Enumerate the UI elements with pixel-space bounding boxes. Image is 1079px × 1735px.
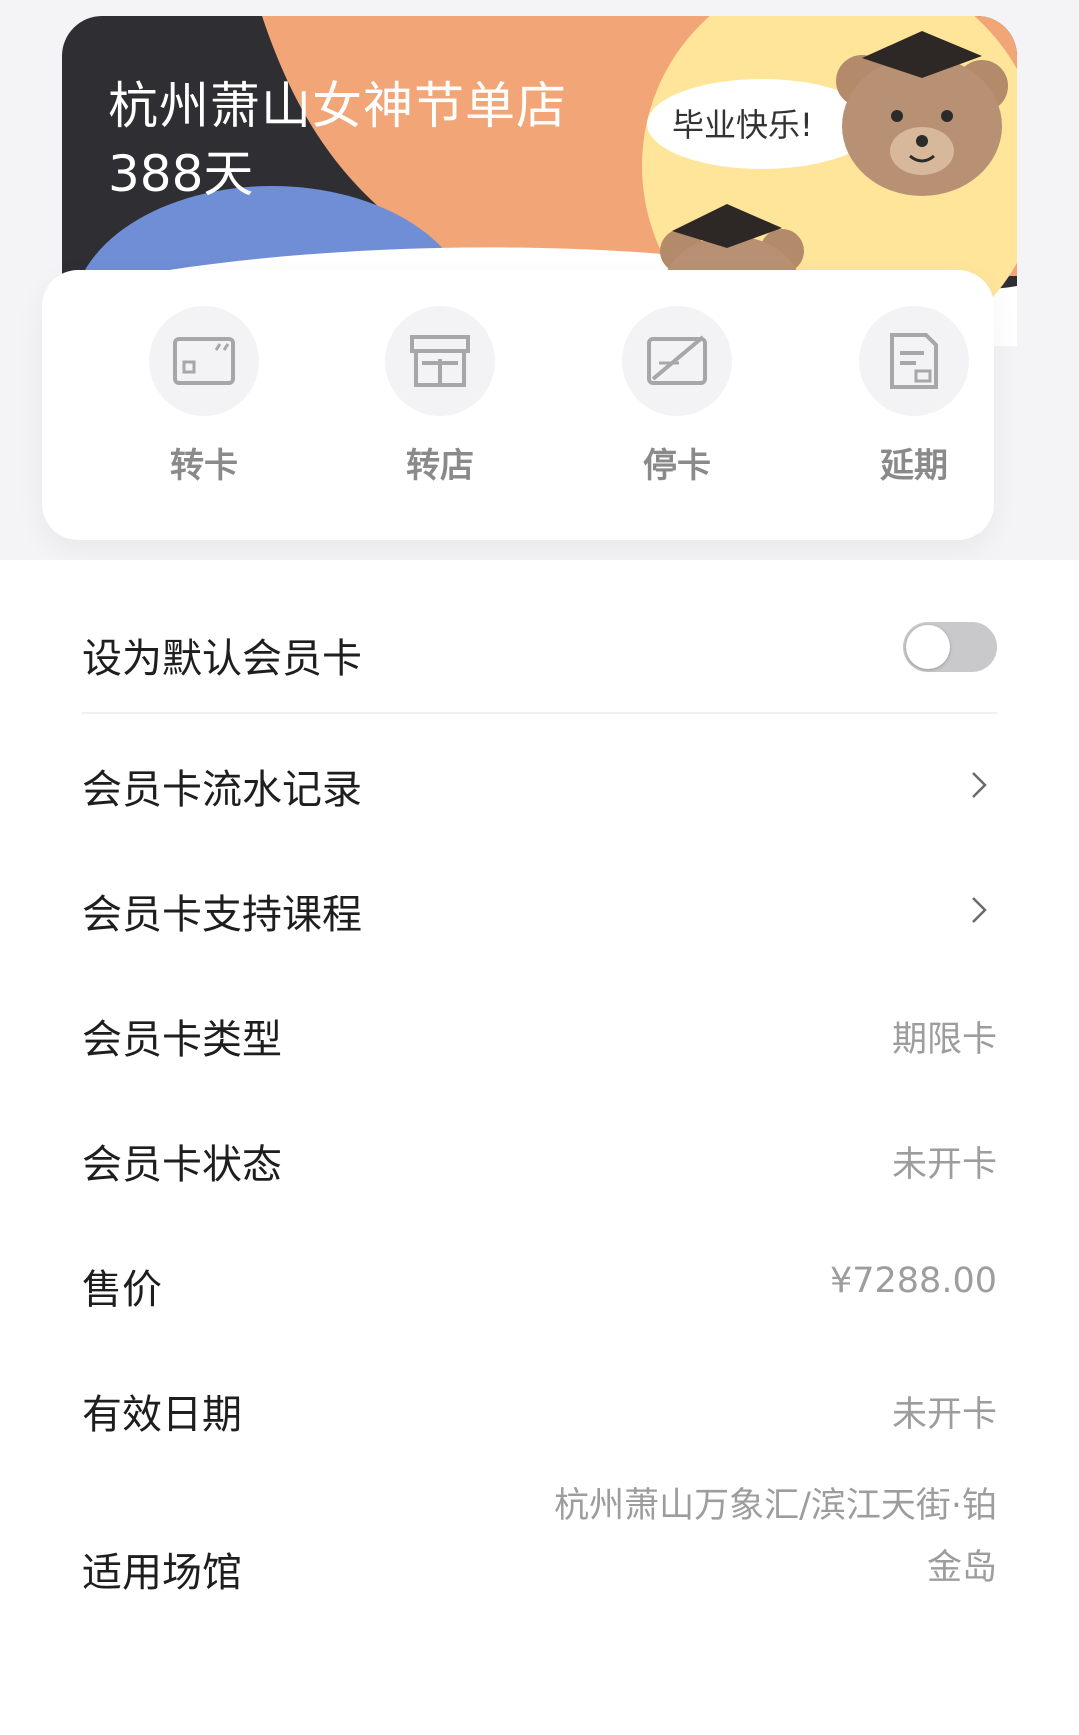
card-type-row: 会员卡类型 期限卡 <box>82 975 997 1095</box>
transfer-store-icon <box>385 306 495 416</box>
price-value: ¥7288.00 <box>829 1261 997 1301</box>
default-card-label: 设为默认会员卡 <box>82 636 362 682</box>
venue-value-line2: 金岛 <box>926 1548 997 1588</box>
extend-label: 延期 <box>880 446 948 486</box>
card-info-list: 设为默认会员卡 会员卡流水记录 会员卡支持课程 会员卡类型 期限卡 会员卡状态 … <box>0 560 1079 1735</box>
venue-label: 适用场馆 <box>82 1550 242 1596</box>
venue-value: 杭州萧山万象汇/滨江天街·铂 金岛 <box>554 1475 997 1599</box>
chevron-right-icon <box>972 897 987 923</box>
card-status-value: 未开卡 <box>891 1145 997 1185</box>
card-supported-courses-label: 会员卡支持课程 <box>82 892 362 938</box>
extend-button[interactable]: 延期 <box>834 306 994 487</box>
transfer-card-label: 转卡 <box>170 446 238 486</box>
price-row: 售价 ¥7288.00 <box>82 1225 997 1345</box>
card-title: 杭州萧山女神节单店 <box>108 77 567 135</box>
default-card-row: 设为默认会员卡 <box>82 622 997 682</box>
sticker-text: 毕业快乐! <box>672 106 813 144</box>
card-status-row: 会员卡状态 未开卡 <box>82 1100 997 1220</box>
transfer-card-button[interactable]: 转卡 <box>124 306 284 487</box>
transfer-store-label: 转店 <box>406 446 474 486</box>
venue-row: 适用场馆 杭州萧山万象汇/滨江天街·铂 金岛 <box>82 1475 997 1645</box>
valid-date-label: 有效日期 <box>82 1392 242 1438</box>
member-card-detail-page: 毕业快乐! 杭州萧山女神节单店 388天 转卡 转店 停卡 延期 设为默认会员卡… <box>0 0 1079 1735</box>
transfer-card-icon <box>149 306 259 416</box>
chevron-right-icon <box>972 772 987 798</box>
toggle-knob <box>906 625 950 669</box>
transfer-store-button[interactable]: 转店 <box>360 306 520 487</box>
valid-date-value: 未开卡 <box>891 1395 997 1435</box>
price-label: 售价 <box>82 1267 162 1313</box>
card-remaining-days: 388天 <box>108 145 254 203</box>
default-card-toggle[interactable] <box>903 622 997 672</box>
suspend-card-button[interactable]: 停卡 <box>597 306 757 487</box>
divider <box>82 712 997 714</box>
extend-icon <box>859 306 969 416</box>
valid-date-row: 有效日期 未开卡 <box>82 1350 997 1470</box>
card-transaction-record-link[interactable]: 会员卡流水记录 <box>82 725 997 845</box>
card-type-value: 期限卡 <box>891 1020 997 1060</box>
card-transaction-record-label: 会员卡流水记录 <box>82 767 362 813</box>
suspend-card-icon <box>622 306 732 416</box>
card-type-label: 会员卡类型 <box>82 1017 282 1063</box>
card-status-label: 会员卡状态 <box>82 1142 282 1188</box>
venue-value-line1: 杭州萧山万象汇/滨江天街·铂 <box>554 1486 997 1526</box>
card-supported-courses-link[interactable]: 会员卡支持课程 <box>82 850 997 970</box>
suspend-card-label: 停卡 <box>643 446 711 486</box>
card-actions-panel: 转卡 转店 停卡 延期 <box>42 270 994 540</box>
